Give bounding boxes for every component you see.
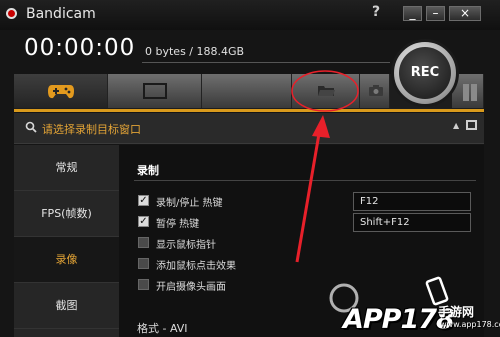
folder-icon	[318, 86, 335, 96]
camera-icon	[369, 85, 383, 96]
tab-screen-mode[interactable]	[108, 74, 202, 108]
webcam-overlay-checkbox[interactable]	[138, 279, 149, 290]
bandicam-logo-icon	[6, 8, 17, 19]
record-hotkey-field[interactable]: F12	[353, 192, 471, 211]
format-label: 格式 - AVI	[137, 322, 188, 335]
sidebar-item-video[interactable]: 录像	[14, 237, 119, 283]
window-select-icon[interactable]	[466, 120, 477, 130]
rec-button[interactable]: REC	[399, 47, 451, 99]
section-divider	[134, 180, 476, 181]
pause-hotkey-label: 暂停 热键	[156, 219, 200, 230]
pause-hotkey-checkbox[interactable]: ✓	[138, 216, 149, 227]
sidebar-item-general[interactable]: 常规	[14, 145, 119, 191]
show-cursor-checkbox[interactable]	[138, 237, 149, 248]
click-effect-checkbox[interactable]	[138, 258, 149, 269]
collapse-icon[interactable]: ▲	[453, 121, 459, 130]
sidebar-item-image[interactable]: 截图	[14, 283, 119, 329]
webcam-overlay-label: 开启摄像头画面	[156, 282, 226, 293]
bandicam-window: Bandicam ? _ – × 00:00:00 0 bytes / 188.…	[0, 0, 500, 337]
watermark-cn: 手游网	[438, 305, 475, 319]
record-hotkey-label: 录制/停止 热键	[156, 198, 223, 209]
active-tab-indicator	[14, 109, 484, 112]
minimize-button[interactable]: _	[403, 6, 422, 21]
record-hotkey-checkbox[interactable]: ✓	[138, 195, 149, 206]
click-effect-label: 添加鼠标点击效果	[156, 261, 236, 272]
recording-timer: 00:00:00	[24, 35, 136, 61]
help-icon[interactable]: ?	[372, 4, 380, 20]
tab-game-mode[interactable]	[14, 74, 108, 108]
file-size-status: 0 bytes / 188.4GB	[145, 45, 245, 58]
close-button[interactable]: ×	[449, 6, 481, 21]
pause-icon	[458, 82, 482, 104]
target-window-prompt[interactable]: 请选择录制目标窗口	[42, 121, 141, 137]
sidebar-item-fps[interactable]: FPS(帧数)	[14, 191, 119, 237]
app-title: Bandicam	[26, 6, 96, 22]
screen-rectangle-icon	[143, 83, 167, 99]
status-divider	[142, 62, 390, 63]
search-icon	[25, 121, 37, 133]
gamepad-icon	[48, 85, 74, 99]
tab-screenshot[interactable]	[360, 74, 390, 108]
tab-folder[interactable]	[292, 74, 360, 108]
section-title: 录制	[137, 164, 159, 177]
show-cursor-label: 显示鼠标指针	[156, 240, 216, 251]
tab-device-mode[interactable]	[202, 74, 292, 108]
restore-button[interactable]: –	[426, 6, 445, 21]
pause-hotkey-field[interactable]: Shift+F12	[353, 213, 471, 232]
watermark-url: www.app178.com	[440, 320, 500, 329]
